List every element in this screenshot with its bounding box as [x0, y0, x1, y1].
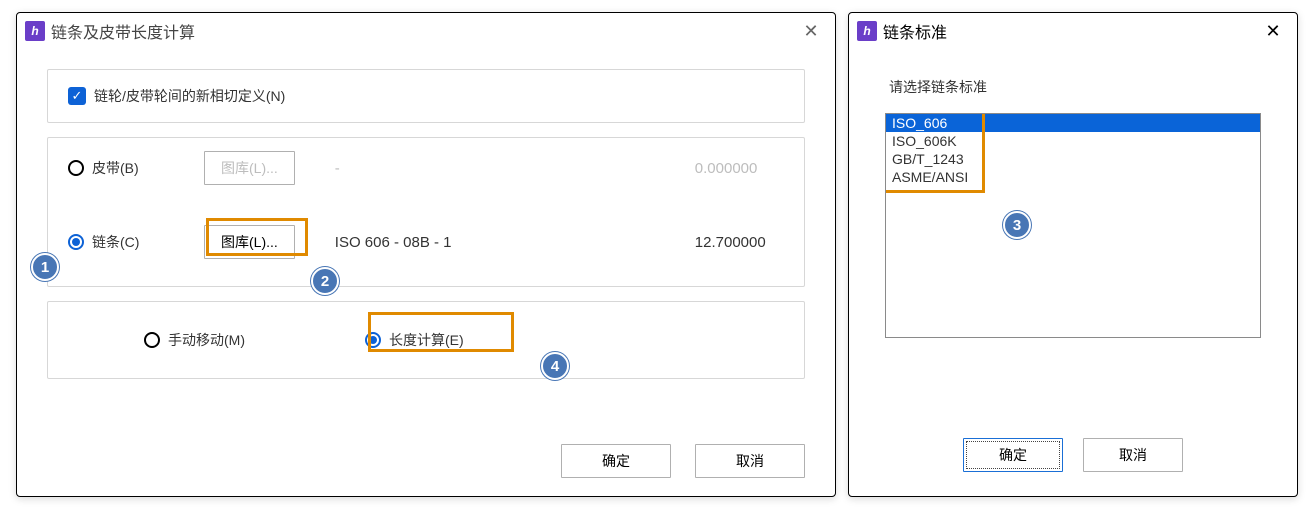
badge-3: 3 [1003, 211, 1031, 239]
badge-4: 4 [541, 352, 569, 380]
chain-spec: ISO 606 - 08B - 1 [335, 234, 515, 251]
cancel-button-left[interactable]: 取消 [695, 444, 805, 478]
radio-chain[interactable]: 链条(C) [68, 232, 164, 252]
titlebar-left: h 链条及皮带长度计算 ✕ [17, 13, 835, 49]
close-icon-right[interactable]: ✕ [1259, 17, 1287, 45]
radio-manual-dot[interactable] [144, 332, 160, 348]
dialog-title-right: 链条标准 [883, 19, 1259, 43]
radio-manual[interactable]: 手动移动(M) [144, 330, 245, 350]
ok-button-right[interactable]: 确定 [963, 438, 1063, 472]
radio-chain-dot[interactable] [68, 234, 84, 250]
row-belt: 皮带(B) 图库(L)... - 0.000000 [68, 148, 784, 188]
radio-calc-label: 长度计算(E) [389, 330, 464, 350]
radio-belt-label: 皮带(B) [92, 158, 139, 178]
row-chain: 链条(C) 图库(L)... ISO 606 - 08B - 1 12.7000… [68, 222, 784, 262]
belt-spec: - [335, 160, 515, 177]
panel-mode: 手动移动(M) 长度计算(E) [47, 301, 805, 379]
belt-library-button[interactable]: 图库(L)... [204, 151, 295, 185]
close-icon[interactable]: ✕ [797, 17, 825, 45]
app-icon-right: h [857, 21, 877, 41]
radio-calc[interactable]: 长度计算(E) [365, 330, 464, 350]
footer-left: 确定 取消 [561, 444, 805, 478]
radio-manual-label: 手动移动(M) [168, 330, 245, 350]
dialog-title-left: 链条及皮带长度计算 [51, 19, 797, 43]
chain-value: 12.700000 [695, 234, 766, 251]
checkbox-tangent[interactable]: ✓ [68, 87, 86, 105]
radio-belt-dot[interactable] [68, 160, 84, 176]
content-right: 请选择链条标准 ISO_606 ISO_606K GB/T_1243 ASME/… [849, 77, 1297, 338]
cancel-button-right[interactable]: 取消 [1083, 438, 1183, 472]
panel-type: 皮带(B) 图库(L)... - 0.000000 链条(C) 图库(L)...… [47, 137, 805, 287]
app-icon: h [25, 21, 45, 41]
panel-tangent-def: ✓ 链轮/皮带轮间的新相切定义(N) [47, 69, 805, 123]
list-item[interactable]: ISO_606 [886, 114, 1260, 132]
list-item[interactable]: ISO_606K [886, 132, 1260, 150]
standard-listbox[interactable]: ISO_606 ISO_606K GB/T_1243 ASME/ANSI [885, 113, 1261, 338]
content-left: ✓ 链轮/皮带轮间的新相切定义(N) 皮带(B) 图库(L)... - 0.00… [17, 49, 835, 413]
prompt-text: 请选择链条标准 [889, 77, 1297, 97]
chain-library-button[interactable]: 图库(L)... [204, 225, 295, 259]
ok-button-left[interactable]: 确定 [561, 444, 671, 478]
badge-2: 2 [311, 267, 339, 295]
badge-1: 1 [31, 253, 59, 281]
row-mode: 手动移动(M) 长度计算(E) [68, 320, 784, 360]
belt-value: 0.000000 [695, 160, 758, 177]
radio-belt[interactable]: 皮带(B) [68, 158, 164, 178]
radio-calc-dot[interactable] [365, 332, 381, 348]
list-item[interactable]: ASME/ANSI [886, 168, 1260, 186]
titlebar-right: h 链条标准 ✕ [849, 13, 1297, 49]
chain-belt-length-dialog: h 链条及皮带长度计算 ✕ ✓ 链轮/皮带轮间的新相切定义(N) 皮带(B) 图… [16, 12, 836, 497]
footer-right: 确定 取消 [849, 438, 1297, 472]
chain-standard-dialog: h 链条标准 ✕ 请选择链条标准 ISO_606 ISO_606K GB/T_1… [848, 12, 1298, 497]
checkbox-tangent-row[interactable]: ✓ 链轮/皮带轮间的新相切定义(N) [68, 86, 784, 106]
radio-chain-label: 链条(C) [92, 232, 139, 252]
checkbox-tangent-label: 链轮/皮带轮间的新相切定义(N) [94, 86, 285, 106]
list-item[interactable]: GB/T_1243 [886, 150, 1260, 168]
